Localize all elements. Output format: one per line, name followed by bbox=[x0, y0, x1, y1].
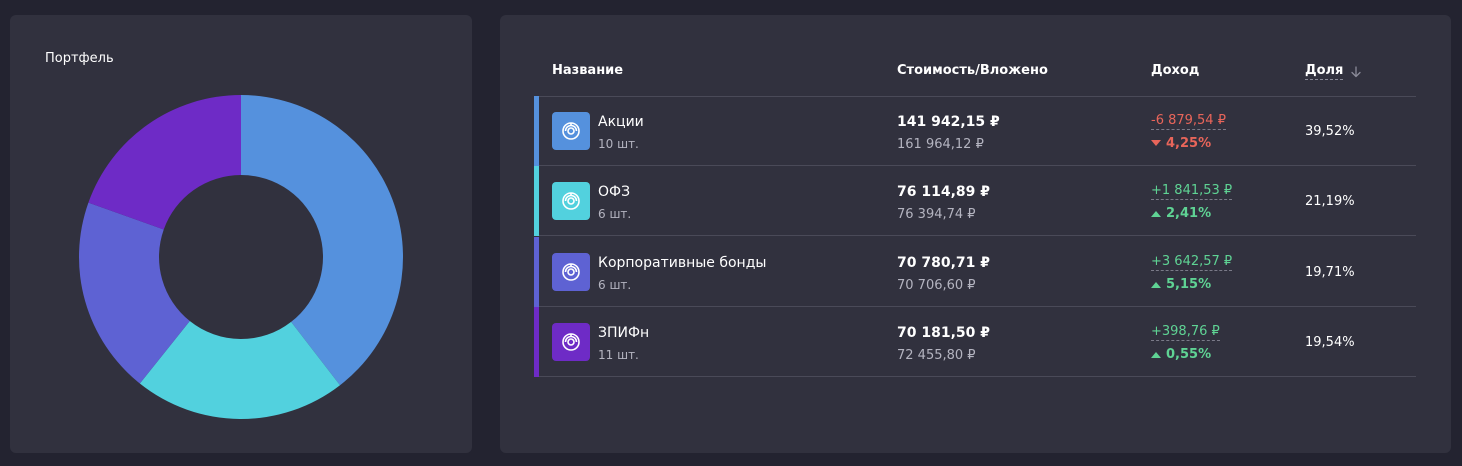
asset-income-percent: 4,25% bbox=[1151, 136, 1211, 151]
arrow-up-icon bbox=[1151, 352, 1161, 358]
column-header-income[interactable]: Доход bbox=[1151, 63, 1199, 78]
asset-cost: 70 181,50 ₽ bbox=[897, 325, 990, 341]
asset-cost: 70 780,71 ₽ bbox=[897, 255, 990, 271]
portfolio-card: Портфель bbox=[10, 15, 472, 453]
asset-share: 21,19% bbox=[1305, 194, 1355, 209]
column-header-share-label: Доля bbox=[1305, 63, 1344, 80]
row-accent bbox=[534, 166, 539, 236]
portfolio-donut-chart bbox=[79, 94, 404, 419]
asset-quantity: 6 шт. bbox=[598, 278, 632, 292]
asset-icon bbox=[552, 112, 590, 150]
row-divider bbox=[539, 235, 1416, 236]
row-accent bbox=[534, 237, 539, 307]
asset-cost: 76 114,89 ₽ bbox=[897, 184, 990, 200]
column-header-value[interactable]: Стоимость/Вложено bbox=[897, 63, 1048, 78]
donut-slice-4[interactable] bbox=[88, 94, 242, 230]
asset-income-percent-value: 5,15% bbox=[1166, 277, 1212, 292]
table-row[interactable]: Акции 10 шт. 141 942,15 ₽ 161 964,12 ₽ -6 87… bbox=[534, 96, 1416, 166]
asset-income-percent: 2,41% bbox=[1151, 206, 1211, 221]
asset-name[interactable]: ОФЗ bbox=[598, 184, 630, 200]
table-row[interactable]: ОФЗ 6 шт. 76 114,89 ₽ 76 394,74 ₽ +1 841,53 … bbox=[534, 166, 1416, 236]
arrow-up-icon bbox=[1151, 211, 1161, 217]
arrow-down-icon[interactable] bbox=[1349, 65, 1363, 79]
asset-icon bbox=[552, 253, 590, 291]
asset-share: 19,71% bbox=[1305, 265, 1355, 280]
asset-name[interactable]: Акции bbox=[598, 114, 644, 130]
table-row[interactable]: ЗПИФн 11 шт. 70 181,50 ₽ 72 455,80 ₽ +398,76… bbox=[534, 307, 1416, 377]
asset-income[interactable]: +1 841,53 ₽ bbox=[1151, 183, 1233, 200]
asset-name[interactable]: Корпоративные бонды bbox=[598, 255, 766, 271]
asset-income[interactable]: -6 879,54 ₽ bbox=[1151, 113, 1226, 130]
asset-quantity: 11 шт. bbox=[598, 348, 639, 362]
asset-share: 39,52% bbox=[1305, 124, 1355, 139]
asset-income-percent: 0,55% bbox=[1151, 347, 1211, 362]
portfolio-table: Название Стоимость/Вложено Доход Доля Ак… bbox=[500, 15, 1451, 453]
asset-income[interactable]: +398,76 ₽ bbox=[1151, 324, 1220, 341]
asset-icon bbox=[552, 182, 590, 220]
asset-invested: 76 394,74 ₽ bbox=[897, 207, 976, 222]
asset-invested: 161 964,12 ₽ bbox=[897, 137, 984, 152]
asset-quantity: 6 шт. bbox=[598, 207, 632, 221]
asset-icon bbox=[552, 323, 590, 361]
arrow-up-icon bbox=[1151, 282, 1161, 288]
asset-invested: 72 455,80 ₽ bbox=[897, 348, 976, 363]
row-divider bbox=[539, 376, 1416, 377]
row-accent bbox=[534, 96, 539, 166]
asset-income-percent-value: 2,41% bbox=[1166, 206, 1212, 221]
asset-name[interactable]: ЗПИФн bbox=[598, 325, 649, 341]
asset-income-percent-value: 0,55% bbox=[1166, 347, 1212, 362]
asset-quantity: 10 шт. bbox=[598, 137, 639, 151]
asset-income-percent-value: 4,25% bbox=[1166, 136, 1212, 151]
asset-income[interactable]: +3 642,57 ₽ bbox=[1151, 254, 1233, 271]
row-accent bbox=[534, 307, 539, 377]
column-header-share[interactable]: Доля bbox=[1305, 63, 1363, 80]
asset-cost: 141 942,15 ₽ bbox=[897, 114, 1000, 130]
asset-invested: 70 706,60 ₽ bbox=[897, 278, 976, 293]
column-header-name[interactable]: Название bbox=[552, 63, 623, 78]
arrow-down-icon bbox=[1151, 140, 1161, 146]
asset-income-percent: 5,15% bbox=[1151, 277, 1211, 292]
asset-share: 19,54% bbox=[1305, 335, 1355, 350]
table-row[interactable]: Корпоративные бонды 6 шт. 70 780,71 ₽ 70 70… bbox=[534, 237, 1416, 307]
